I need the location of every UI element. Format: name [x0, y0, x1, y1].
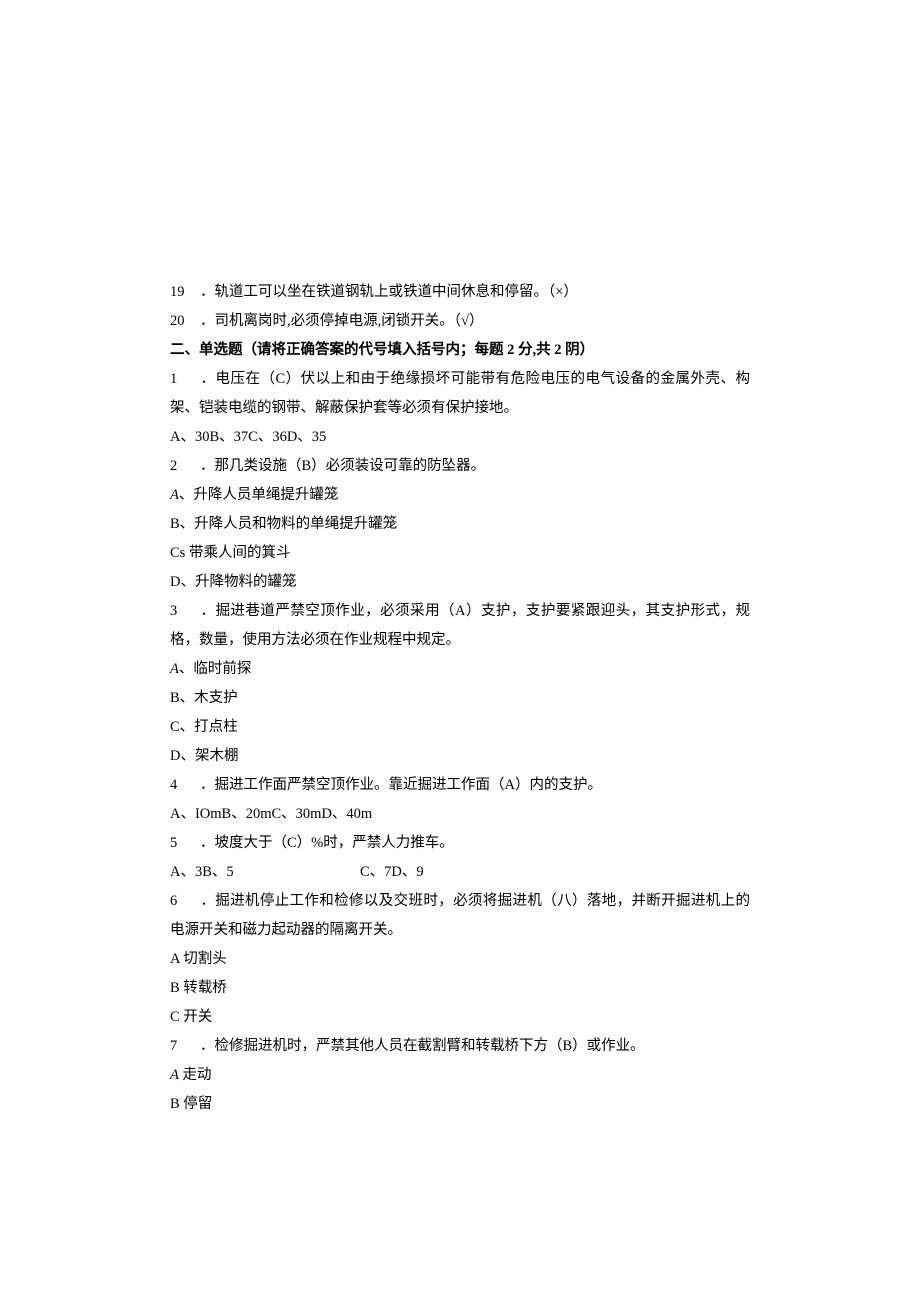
item-text: ．掘进工作面严禁空顶作业。靠近掘进工作面（A）内的支护。 — [200, 777, 602, 793]
option-text: 走动 — [179, 1067, 212, 1083]
item-text: ．坡度大于（C）%时，严禁人力推车。 — [200, 835, 454, 851]
item-number: 3 — [170, 597, 200, 626]
option-label: A — [170, 1067, 179, 1083]
mc-item-7-opt-b: B 停留 — [170, 1090, 750, 1119]
mc-item-2-opt-d: D、升降物料的罐笼 — [170, 568, 750, 597]
document-page: 19．轨道工可以坐在铁道钢轨上或铁道中间休息和停留。（×） 20．司机离岗时,必… — [0, 0, 920, 1301]
mc-item-3: 3．掘进巷道严禁空顶作业，必须采用（A）支护，支护要紧跟迎头，其支护形式，规格，… — [170, 597, 750, 655]
item-number: 19 — [170, 278, 200, 307]
mc-item-6-opt-c: C 开关 — [170, 1003, 750, 1032]
option-label: A — [170, 661, 179, 677]
item-number: 4 — [170, 771, 200, 800]
mc-item-6-opt-a: A 切割头 — [170, 945, 750, 974]
mc-item-2-opt-a: A、升降人员单绳提升罐笼 — [170, 481, 750, 510]
mc-item-1-options: A、30B、37C、36D、35 — [170, 423, 750, 452]
mc-item-5-options: A、3B、5C、7D、9 — [170, 858, 750, 887]
mc-item-7: 7．检修掘进机时，严禁其他人员在截割臂和转载桥下方（B）或作业。 — [170, 1032, 750, 1061]
mc-item-6: 6．掘进机停止工作和检修以及交班时，必须将掘进机（八）落地，并断开掘进机上的电源… — [170, 887, 750, 945]
options-right: C、7D、9 — [360, 864, 424, 880]
mc-item-3-opt-b: B、木支护 — [170, 684, 750, 713]
mc-item-7-opt-a: A 走动 — [170, 1061, 750, 1090]
item-text: ．电压在（C）伏以上和由于绝缘损坏可能带有危险电压的电气设备的金属外壳、构架、铠… — [170, 371, 750, 416]
mc-item-2-opt-b: B、升降人员和物料的单绳提升罐笼 — [170, 510, 750, 539]
item-text: ．司机离岗时,必须停掉电源,闭锁开关。（√） — [200, 313, 483, 329]
mc-item-6-opt-b: B 转载桥 — [170, 974, 750, 1003]
option-label: A — [170, 487, 179, 503]
item-number: 20 — [170, 307, 200, 336]
item-number: 1 — [170, 365, 200, 394]
option-text: 、升降人员单绳提升罐笼 — [179, 487, 339, 503]
item-text: ．掘进机停止工作和检修以及交班时，必须将掘进机（八）落地，并断开掘进机上的电源开… — [170, 893, 750, 938]
option-text: 、临时前探 — [179, 661, 252, 677]
item-text: ．轨道工可以坐在铁道钢轨上或铁道中间休息和停留。（×） — [200, 284, 578, 300]
item-number: 6 — [170, 887, 200, 916]
item-number: 7 — [170, 1032, 200, 1061]
item-text: ．掘进巷道严禁空顶作业，必须采用（A）支护，支护要紧跟迎头，其支护形式，规格，数… — [170, 603, 750, 648]
tf-item-20: 20．司机离岗时,必须停掉电源,闭锁开关。（√） — [170, 307, 750, 336]
section-2-title: 二、单选题（请将正确答案的代号填入括号内；每题 2 分,共 2 阴） — [170, 336, 750, 365]
mc-item-2: 2．那几类设施（B）必须装设可靠的防坠器。 — [170, 452, 750, 481]
mc-item-2-opt-c: Cs 带乘人间的箕斗 — [170, 539, 750, 568]
mc-item-3-opt-c: C、打点柱 — [170, 713, 750, 742]
options-left: A、3B、5 — [170, 858, 360, 887]
item-number: 2 — [170, 452, 200, 481]
item-text: ．那几类设施（B）必须装设可靠的防坠器。 — [200, 458, 485, 474]
mc-item-1: 1．电压在（C）伏以上和由于绝缘损坏可能带有危险电压的电气设备的金属外壳、构架、… — [170, 365, 750, 423]
mc-item-5: 5．坡度大于（C）%时，严禁人力推车。 — [170, 829, 750, 858]
mc-item-4: 4．掘进工作面严禁空顶作业。靠近掘进工作面（A）内的支护。 — [170, 771, 750, 800]
mc-item-3-opt-a: A、临时前探 — [170, 655, 750, 684]
mc-item-4-options: A、IOmB、20mC、30mD、40m — [170, 800, 750, 829]
mc-item-3-opt-d: D、架木棚 — [170, 742, 750, 771]
tf-item-19: 19．轨道工可以坐在铁道钢轨上或铁道中间休息和停留。（×） — [170, 278, 750, 307]
item-number: 5 — [170, 829, 200, 858]
item-text: ．检修掘进机时，严禁其他人员在截割臂和转载桥下方（B）或作业。 — [200, 1038, 645, 1054]
